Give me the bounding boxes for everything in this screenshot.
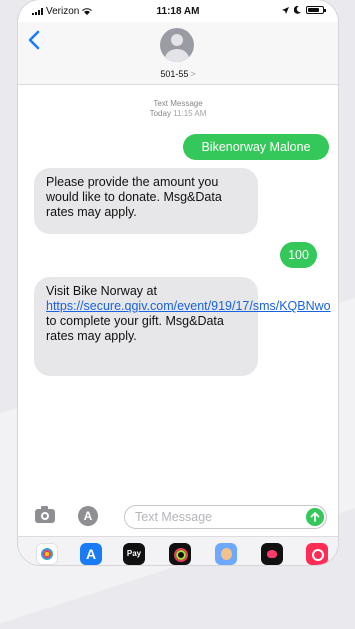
message-bubble-incoming[interactable]: Please provide the amount you would like…	[34, 168, 258, 234]
moon-icon	[294, 6, 301, 14]
search-app-icon[interactable]	[306, 543, 328, 565]
phone-screen: Verizon 11:18 AM 501-55 > Text Message To…	[18, 0, 338, 565]
contact-avatar[interactable]	[160, 28, 194, 62]
memoji-app-icon[interactable]	[215, 543, 237, 565]
message-bubble-outgoing[interactable]: 100	[280, 242, 317, 268]
message-field[interactable]	[124, 505, 327, 529]
camera-icon[interactable]	[35, 506, 55, 523]
back-button[interactable]	[28, 30, 48, 54]
message-bubble-outgoing[interactable]: Bikenorway Malone	[183, 134, 329, 160]
timestamp: Today 11:15 AM	[149, 109, 207, 118]
status-bar: Verizon 11:18 AM	[18, 0, 338, 22]
contact-details-link[interactable]: 501-55 >	[18, 69, 338, 79]
arrow-up-icon	[310, 512, 320, 522]
app-store-icon[interactable]: A	[78, 506, 98, 526]
composer-bar: A	[18, 500, 338, 536]
message-bubble-incoming[interactable]: Visit Bike Norway at https://secure.qgiv…	[34, 277, 331, 376]
contact-name: 501-55	[160, 69, 189, 79]
battery-fill	[308, 8, 319, 12]
battery-icon	[306, 6, 326, 14]
app-store-app-icon[interactable]: A	[80, 543, 102, 565]
message-text: to complete your gift. Msg&Data rates ma…	[46, 314, 224, 343]
conversation-header: 501-55 >	[18, 22, 338, 85]
chevron-right-icon: >	[190, 69, 196, 79]
apple-pay-app-icon[interactable]: Pay	[123, 543, 145, 565]
photos-app-icon[interactable]	[36, 543, 58, 565]
digital-touch-app-icon[interactable]	[261, 543, 283, 565]
message-input[interactable]	[135, 508, 285, 526]
send-button[interactable]	[306, 508, 324, 526]
service-label: Text Message	[153, 99, 203, 108]
donation-link[interactable]: https://secure.qgiv.com/event/919/17/sms…	[46, 299, 331, 313]
thread-timestamp: Text Message Today 11:15 AM	[18, 99, 338, 119]
app-drawer: A Pay	[18, 536, 338, 565]
status-right-group	[282, 6, 326, 14]
message-text: Visit Bike Norway at	[46, 284, 157, 298]
chevron-left-icon	[28, 30, 40, 50]
apple-pay-label: Pay	[126, 549, 142, 558]
activity-app-icon[interactable]	[169, 543, 191, 565]
location-icon	[282, 6, 289, 14]
